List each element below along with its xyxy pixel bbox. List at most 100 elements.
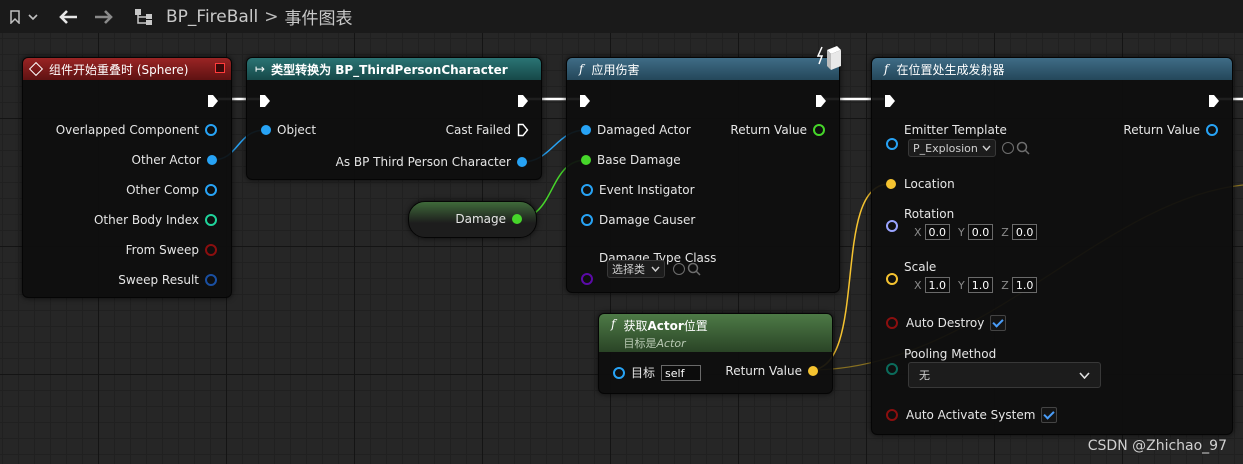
node-title-block: 获取Actor位置 目标是Actor [623, 317, 707, 351]
pin-as-character[interactable]: As BP Third Person Character [336, 155, 527, 169]
pin-sweep-result[interactable]: Sweep Result [118, 273, 217, 287]
function-icon: f [884, 62, 889, 76]
rotation-fields: X 0.0 Y 0.0 Z 0.0 [914, 224, 1038, 240]
object-pin-hollow-icon[interactable] [581, 214, 593, 226]
pin-return-value[interactable]: Return Value [1123, 123, 1218, 137]
node-get-actor-location[interactable]: f 获取Actor位置 目标是Actor 目标 self Return Valu… [598, 313, 833, 394]
object-pin-hollow-icon[interactable] [205, 124, 217, 136]
vector-pin-connected-icon[interactable] [886, 179, 896, 189]
object-pin-connected-icon[interactable] [517, 157, 527, 167]
node-variable-damage[interactable]: Damage [408, 201, 537, 238]
watermark: CSDN @Zhichao_97 [1087, 438, 1227, 454]
vector-pin-connected-icon[interactable] [808, 366, 818, 376]
node-title: 类型转换为 BP_ThirdPersonCharacter [271, 62, 508, 77]
event-diamond-icon [28, 61, 44, 77]
float-pin-hollow-icon[interactable] [813, 124, 825, 136]
pin-return-value[interactable]: Return Value [725, 364, 818, 378]
scale-y-field[interactable]: 1.0 [967, 277, 994, 293]
exec-out-pin[interactable] [517, 94, 529, 108]
use-selected-arrow-icon[interactable] [1002, 142, 1014, 154]
pin-from-sweep[interactable]: From Sweep [126, 243, 217, 257]
use-selected-arrow-icon[interactable] [673, 263, 685, 275]
delegate-pin-icon[interactable] [215, 63, 225, 73]
breadcrumb-graph[interactable]: 事件图表 [285, 4, 353, 29]
auto-destroy-checkbox[interactable] [990, 315, 1007, 331]
pin-auto-activate-system[interactable]: Auto Activate System [886, 407, 1058, 423]
auto-activate-checkbox[interactable] [1041, 407, 1058, 423]
pin-target[interactable]: 目标 self [613, 364, 702, 381]
chevron-down-icon [1079, 371, 1090, 379]
node-cast-to-character[interactable]: ↦ 类型转换为 BP_ThirdPersonCharacter Object C… [246, 57, 542, 180]
pin-base-damage[interactable]: Base Damage [581, 153, 681, 167]
pin-overlapped-component[interactable]: Overlapped Component [56, 123, 217, 137]
node-header: f 获取Actor位置 目标是Actor [599, 314, 832, 352]
exec-in-pin[interactable] [259, 94, 271, 108]
object-pin-connected-icon[interactable] [581, 125, 591, 135]
class-pin-hollow-icon[interactable] [581, 273, 593, 285]
object-pin-hollow-icon[interactable] [613, 366, 625, 379]
pooling-method-dropdown[interactable]: 无 [908, 362, 1101, 388]
node-header: ↦ 类型转换为 BP_ThirdPersonCharacter [247, 58, 541, 80]
object-pin-connected-icon[interactable] [261, 125, 271, 135]
scale-z-field[interactable]: 1.0 [1011, 277, 1038, 293]
pin-event-instigator[interactable]: Event Instigator [581, 183, 695, 197]
rotator-pin-hollow-icon[interactable] [886, 220, 898, 232]
pin-auto-destroy[interactable]: Auto Destroy [886, 315, 1007, 331]
scale-x-field[interactable]: 1.0 [924, 277, 951, 293]
float-pin-connected-icon[interactable] [512, 214, 522, 224]
bookmark-icon[interactable] [8, 9, 22, 24]
node-title: 应用伤害 [591, 62, 640, 77]
node-title: 获取Actor位置 [623, 319, 708, 333]
pin-damage-causer[interactable]: Damage Causer [581, 213, 695, 227]
object-pin-connected-icon[interactable] [207, 155, 217, 165]
browse-search-icon[interactable] [1016, 140, 1030, 159]
emitter-template-dropdown[interactable]: P_Explosion [908, 139, 996, 157]
pin-cast-failed[interactable]: Cast Failed [446, 123, 529, 137]
object-pin-hollow-icon[interactable] [205, 184, 217, 196]
breadcrumb-asset[interactable]: BP_FireBall [166, 7, 258, 27]
bool-pin-hollow-icon[interactable] [886, 317, 898, 329]
exec-out-pin[interactable] [207, 94, 219, 108]
function-icon: f [579, 62, 584, 76]
class-picker-dropdown[interactable]: 选择类 [607, 260, 665, 278]
node-on-component-begin-overlap[interactable]: 组件开始重叠时 (Sphere) Overlapped Component Ot… [22, 57, 232, 298]
struct-pin-hollow-icon[interactable] [205, 274, 217, 286]
node-apply-damage[interactable]: f 应用伤害 Return Value Damaged Actor Base D… [566, 46, 841, 293]
browse-search-icon[interactable] [687, 261, 701, 280]
pin-return-value[interactable]: Return Value [730, 123, 825, 137]
rotation-x-field[interactable]: 0.0 [924, 224, 951, 240]
graph-toolbar: BP_FireBall > 事件图表 [0, 0, 1243, 33]
forward-arrow-icon[interactable] [92, 9, 116, 25]
rotation-y-field[interactable]: 0.0 [967, 224, 994, 240]
rotation-z-field[interactable]: 0.0 [1011, 224, 1038, 240]
pin-location[interactable]: Location [886, 177, 955, 191]
node-spawn-emitter-at-location[interactable]: f 在位置处生成发射器 Return Value Emitter Templat… [871, 57, 1233, 435]
bookmark-dropdown-chevron-icon[interactable] [26, 13, 40, 21]
pin-damaged-actor[interactable]: Damaged Actor [581, 123, 691, 137]
pin-other-comp[interactable]: Other Comp [126, 183, 217, 197]
pin-other-actor[interactable]: Other Actor [132, 153, 217, 167]
exec-hollow-pin-icon[interactable] [517, 123, 529, 137]
exec-out-pin[interactable] [1208, 94, 1220, 108]
vector-pin-hollow-icon[interactable] [886, 273, 898, 285]
target-self-field[interactable]: self [661, 364, 702, 381]
exec-in-pin[interactable] [579, 94, 591, 108]
pin-scale-label: Scale [904, 260, 937, 274]
pin-damage-out[interactable]: Damage [455, 212, 522, 226]
bool-pin-hollow-icon[interactable] [886, 409, 898, 421]
node-header: f 在位置处生成发射器 [872, 58, 1232, 80]
pin-emitter-template-label: Emitter Template [904, 123, 1007, 137]
exec-in-pin[interactable] [884, 94, 896, 108]
object-pin-hollow-icon[interactable] [581, 184, 593, 196]
int-pin-hollow-icon[interactable] [205, 214, 217, 226]
exec-out-pin[interactable] [815, 94, 827, 108]
enum-pin-hollow-icon[interactable] [886, 363, 898, 375]
bool-pin-hollow-icon[interactable] [205, 244, 217, 256]
float-pin-connected-icon[interactable] [581, 155, 591, 165]
pin-object[interactable]: Object [261, 123, 316, 137]
pin-other-body-index[interactable]: Other Body Index [94, 213, 217, 227]
pin-pooling-method-label: Pooling Method [904, 347, 997, 361]
back-arrow-icon[interactable] [56, 9, 80, 25]
object-pin-hollow-icon[interactable] [1206, 124, 1218, 136]
object-pin-hollow-icon[interactable] [886, 138, 898, 150]
